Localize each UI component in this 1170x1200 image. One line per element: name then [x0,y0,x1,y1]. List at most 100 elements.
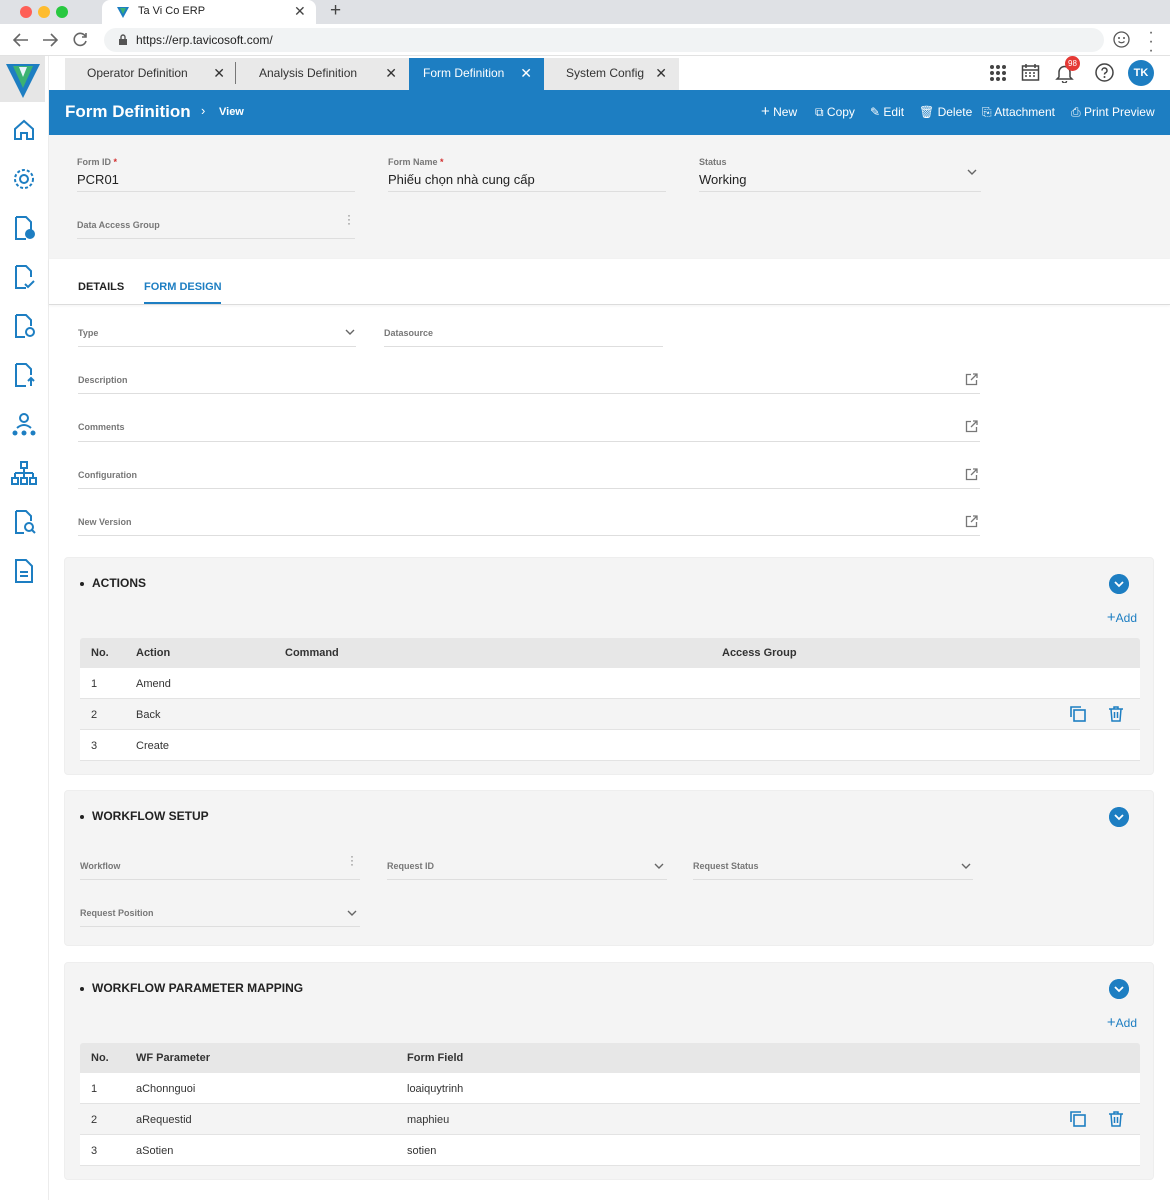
open-external-icon[interactable] [965,468,978,481]
tab-label: System Config [566,66,645,80]
duplicate-row-icon[interactable] [1069,705,1087,723]
table-row[interactable]: 3 aSotien sotien [80,1135,1140,1166]
table-row[interactable]: 2 aRequestid maphieu [80,1104,1140,1135]
data-access-group-label: Data Access Group [77,220,160,230]
row-number: 2 [91,1114,98,1126]
chevron-down-icon[interactable] [654,863,664,870]
settings-gear-icon[interactable] [10,165,38,193]
form-id-label: Form ID * [77,157,118,167]
help-icon[interactable] [1095,63,1114,82]
calendar-icon[interactable] [1021,63,1040,82]
tab-system-config[interactable]: System Config ✕ [544,58,679,90]
chevron-down-icon[interactable] [967,169,977,176]
workflow-field[interactable] [80,879,360,880]
more-vertical-icon[interactable]: · · · [347,209,351,229]
form-id-underline [77,191,355,192]
print-preview-button[interactable]: ⎙ Print Preview [1071,105,1155,120]
active-tab-indicator [144,302,221,304]
favicon-icon [117,7,129,18]
delete-button[interactable]: 🗑 Delete [919,105,972,119]
collapse-chevron-icon[interactable] [1109,807,1129,827]
row-number: 1 [91,678,98,690]
window-close-button[interactable] [20,6,32,18]
duplicate-row-icon[interactable] [1069,1110,1087,1128]
edit-button[interactable]: ✎ Edit [870,105,904,119]
description-field[interactable] [78,393,980,394]
hierarchy-icon[interactable] [10,459,38,487]
table-row[interactable]: 1 aChonnguoi loaiquytrinh [80,1073,1140,1104]
add-action-button[interactable]: +Add [1107,609,1137,626]
new-button[interactable]: + New [761,103,797,120]
add-mapping-button[interactable]: +Add [1107,1014,1137,1031]
form-id-field[interactable]: PCR01 [77,172,119,187]
chevron-down-icon[interactable] [347,910,357,917]
table-row[interactable]: 3 Create [80,730,1140,761]
apps-grid-icon[interactable] [989,64,1007,82]
home-icon[interactable] [10,116,38,144]
row-wf-parameter: aRequestid [136,1114,192,1126]
reload-icon[interactable] [73,32,88,47]
configuration-field[interactable] [78,488,980,489]
status-select[interactable]: Working [699,172,746,187]
browser-menu-icon[interactable]: · · · [1148,25,1154,59]
section-title: WORKFLOW PARAMETER MAPPING [80,981,303,995]
description-label: Description [78,375,128,385]
document-check-icon[interactable] [10,263,38,291]
app-logo[interactable] [0,56,45,102]
tab-details[interactable]: DETAILS [78,281,124,293]
comments-field[interactable] [78,441,980,442]
table-row[interactable]: 1 Amend [80,668,1140,699]
tab-form-definition[interactable]: Form Definition ✕ [409,58,544,90]
document-icon[interactable] [10,557,38,585]
forward-arrow-icon[interactable] [42,33,58,47]
delete-row-icon[interactable] [1107,705,1125,723]
browser-tab-title: Ta Vi Co ERP [138,5,206,17]
open-external-icon[interactable] [965,420,978,433]
browser-tab[interactable]: Ta Vi Co ERP ✕ [102,0,316,24]
request-id-select[interactable] [387,879,667,880]
tab-form-design[interactable]: FORM DESIGN [144,281,222,293]
avatar[interactable]: TK [1128,60,1154,86]
copy-button[interactable]: ⧉ Copy [815,105,855,120]
page-title: Form Definition [65,102,191,121]
url-field[interactable]: https://erp.tavicosoft.com/ [104,28,1104,52]
more-vertical-icon[interactable]: · · · [350,850,354,870]
collapse-chevron-icon[interactable] [1109,979,1129,999]
profile-icon[interactable] [1113,31,1130,48]
document-clock-icon[interactable] [10,214,38,242]
back-arrow-icon[interactable] [13,33,29,47]
request-status-select[interactable] [693,879,973,880]
column-header: Access Group [722,647,797,659]
open-external-icon[interactable] [965,515,978,528]
delete-row-icon[interactable] [1107,1110,1125,1128]
window-minimize-button[interactable] [38,6,50,18]
table-row[interactable]: 2 Back [80,699,1140,730]
close-tab-icon[interactable]: ✕ [294,3,306,20]
detail-tabs: DETAILS FORM DESIGN [49,259,1170,305]
type-select[interactable] [78,346,356,347]
open-external-icon[interactable] [965,373,978,386]
plus-icon: + [761,103,770,120]
close-icon[interactable]: ✕ [520,58,532,88]
chevron-down-icon[interactable] [345,329,355,336]
request-position-select[interactable] [80,926,360,927]
datasource-field[interactable] [384,346,663,347]
document-upload-icon[interactable] [10,361,38,389]
tab-operator-definition[interactable]: Operator Definition ✕ [65,58,237,90]
document-settings-icon[interactable] [10,312,38,340]
attachment-button[interactable]: ⎘ Attachment [982,105,1055,120]
new-tab-icon[interactable]: + [330,0,341,22]
document-search-icon[interactable] [10,508,38,536]
window-maximize-button[interactable] [56,6,68,18]
new-version-field[interactable] [78,535,980,536]
trash-icon: 🗑 [919,105,935,119]
close-icon[interactable]: ✕ [385,58,397,88]
close-icon[interactable]: ✕ [213,58,225,88]
close-icon[interactable]: ✕ [655,58,667,88]
section-title: ACTIONS [80,576,146,590]
tab-analysis-definition[interactable]: Analysis Definition ✕ [237,58,409,90]
form-name-field[interactable]: Phiếu chọn nhà cung cấp [388,172,535,187]
chevron-down-icon[interactable] [961,863,971,870]
user-group-icon[interactable] [10,410,38,438]
collapse-chevron-icon[interactable] [1109,574,1129,594]
